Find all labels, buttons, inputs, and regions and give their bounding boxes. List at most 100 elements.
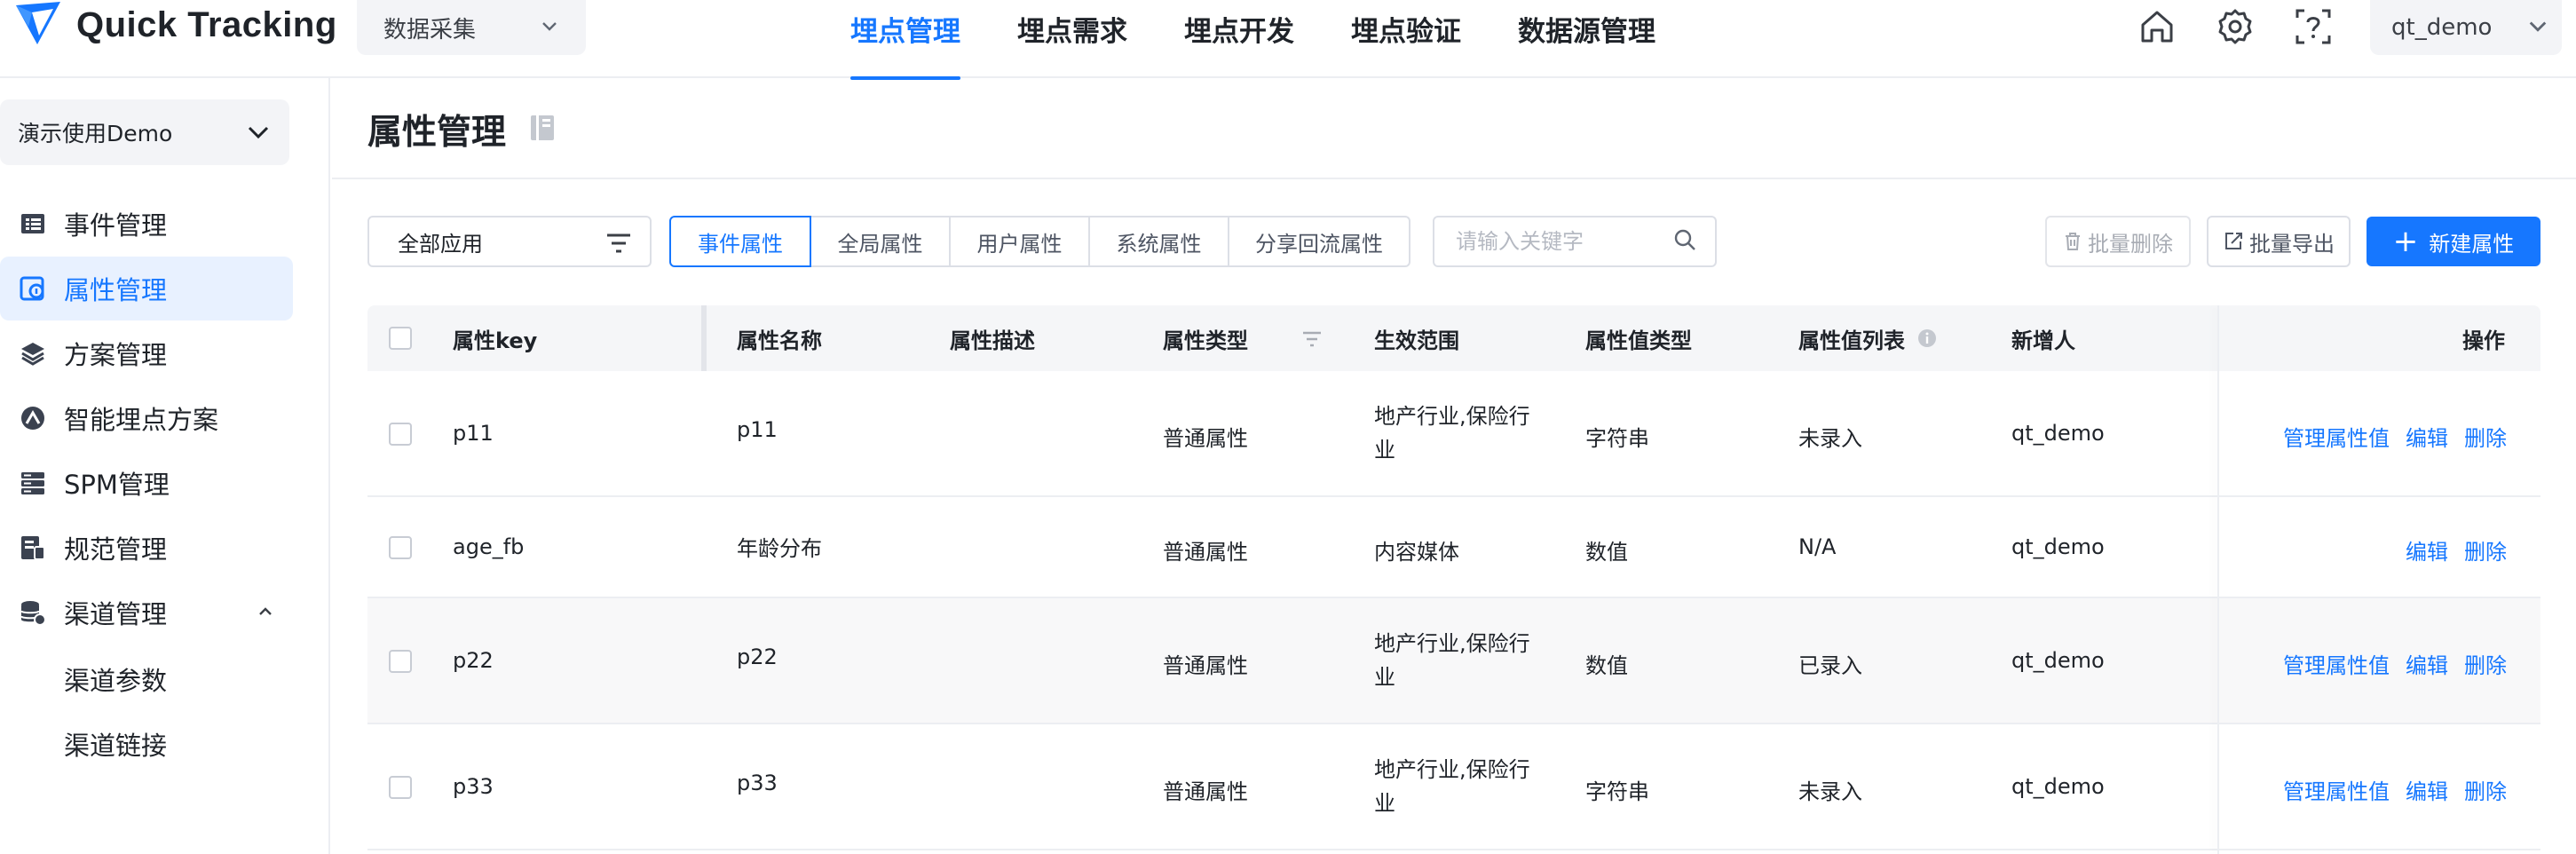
page-header: 属性管理 bbox=[332, 80, 2576, 179]
nav-tab-tracking-development[interactable]: 埋点开发 bbox=[1168, 0, 1310, 78]
fixed-column-divider bbox=[2217, 305, 2219, 854]
cell-value-type: 数值 bbox=[1585, 540, 1628, 565]
table-row: age_fb 年龄分布 普通属性 内容媒体 数值 N/A qt_demo 编辑 … bbox=[367, 497, 2540, 598]
manage-values-link[interactable]: 管理属性值 bbox=[2283, 774, 2390, 805]
delete-link[interactable]: 删除 bbox=[2464, 774, 2507, 805]
cell-value-list: 未录入 bbox=[1798, 426, 1862, 451]
tab-share-backflow-properties[interactable]: 分享回流属性 bbox=[1228, 216, 1410, 267]
top-bar: Quick Tracking 数据采集 埋点管理 埋点需求 埋点开发 埋点验证 … bbox=[0, 0, 2576, 80]
sidebar-item-label: 属性管理 bbox=[64, 275, 168, 305]
batch-delete-label: 批量删除 bbox=[2088, 231, 2173, 257]
create-property-button[interactable]: + 新建属性 bbox=[2367, 217, 2540, 266]
create-property-label: 新建属性 bbox=[2429, 231, 2515, 257]
help-button[interactable] bbox=[2292, 5, 2335, 48]
delete-link[interactable]: 删除 bbox=[2464, 648, 2507, 679]
server-icon bbox=[18, 468, 48, 498]
edit-link[interactable]: 编辑 bbox=[2406, 534, 2448, 565]
info-icon[interactable] bbox=[1917, 328, 1937, 348]
sidebar-item-spec-management[interactable]: 规范管理 bbox=[0, 516, 293, 580]
col-header-description: 属性描述 bbox=[950, 328, 1035, 353]
delete-link[interactable]: 删除 bbox=[2464, 534, 2507, 565]
sidebar-item-property-management[interactable]: 属性管理 bbox=[0, 257, 293, 320]
layers-icon bbox=[18, 338, 48, 368]
row-checkbox[interactable] bbox=[389, 776, 412, 799]
nav-tab-data-source[interactable]: 数据源管理 bbox=[1502, 0, 1671, 78]
sidebar-item-label: SPM管理 bbox=[64, 470, 170, 500]
home-button[interactable] bbox=[2136, 5, 2178, 48]
sidebar-subitem-channel-params[interactable]: 渠道参数 bbox=[0, 647, 293, 711]
user-menu[interactable]: qt_demo bbox=[2370, 0, 2562, 55]
row-actions: 管理属性值 编辑 删除 bbox=[2267, 421, 2507, 452]
cell-type: 普通属性 bbox=[1163, 540, 1248, 565]
project-select[interactable]: 演示使用Demo bbox=[0, 99, 289, 165]
row-checkbox[interactable] bbox=[389, 536, 412, 559]
select-all-checkbox[interactable] bbox=[389, 327, 412, 350]
project-select-value: 演示使用Demo bbox=[18, 121, 173, 146]
batch-delete-button[interactable]: 批量删除 bbox=[2045, 216, 2191, 267]
col-header-value-list-label: 属性值列表 bbox=[1798, 328, 1905, 353]
edit-link[interactable]: 编辑 bbox=[2406, 648, 2448, 679]
sidebar-item-smart-plan[interactable]: 智能埋点方案 bbox=[0, 386, 293, 450]
top-nav: 埋点管理 埋点需求 埋点开发 埋点验证 数据源管理 bbox=[834, 0, 1696, 80]
channel-icon bbox=[18, 597, 48, 628]
app-filter-select[interactable]: 全部应用 bbox=[367, 216, 652, 267]
cell-value-type: 字符串 bbox=[1585, 779, 1649, 804]
cell-creator: qt_demo bbox=[2011, 648, 2105, 673]
row-actions: 管理属性值 编辑 删除 bbox=[2267, 648, 2507, 679]
sidebar-item-event-management[interactable]: 事件管理 bbox=[0, 192, 293, 256]
table-row: p33 p33 普通属性 地产行业,保险行业 字符串 未录入 qt_demo 管… bbox=[367, 724, 2540, 850]
app-logo[interactable]: Quick Tracking bbox=[12, 0, 337, 50]
search-icon[interactable] bbox=[1672, 227, 1697, 252]
col-header-value-type: 属性值类型 bbox=[1585, 328, 1692, 353]
tab-user-properties[interactable]: 用户属性 bbox=[949, 216, 1090, 267]
col-header-type: 属性类型 bbox=[1163, 328, 1248, 353]
col-header-creator: 新增人 bbox=[2011, 328, 2075, 353]
app-filter-value: 全部应用 bbox=[398, 231, 483, 257]
cell-name: p33 bbox=[737, 771, 778, 795]
delete-link[interactable]: 删除 bbox=[2464, 421, 2507, 452]
cell-name: 年龄分布 bbox=[737, 536, 822, 561]
cell-key: age_fb bbox=[453, 534, 525, 559]
manage-values-link[interactable]: 管理属性值 bbox=[2283, 421, 2390, 452]
nav-tab-tracking-management[interactable]: 埋点管理 bbox=[834, 0, 976, 80]
manage-values-link[interactable]: 管理属性值 bbox=[2283, 648, 2390, 679]
export-icon bbox=[2225, 233, 2242, 249]
tab-event-properties[interactable]: 事件属性 bbox=[669, 216, 811, 267]
plus-icon: + bbox=[2392, 224, 2419, 259]
batch-export-button[interactable]: 批量导出 bbox=[2207, 216, 2351, 267]
settings-button[interactable] bbox=[2214, 5, 2256, 48]
sidebar-item-channel-management[interactable]: 渠道管理 bbox=[0, 581, 293, 644]
sidebar-item-plan-management[interactable]: 方案管理 bbox=[0, 321, 293, 385]
sidebar-item-label: 规范管理 bbox=[64, 534, 168, 565]
batch-export-label: 批量导出 bbox=[2249, 231, 2335, 257]
trash-icon bbox=[2066, 233, 2080, 250]
row-checkbox[interactable] bbox=[389, 650, 412, 673]
sidebar-item-spm-management[interactable]: SPM管理 bbox=[0, 451, 293, 515]
nav-tab-tracking-validation[interactable]: 埋点验证 bbox=[1335, 0, 1477, 78]
chevron-down-icon bbox=[2529, 21, 2547, 32]
edit-link[interactable]: 编辑 bbox=[2406, 774, 2448, 805]
cell-value-type: 字符串 bbox=[1585, 426, 1649, 451]
doc-book-icon[interactable] bbox=[529, 114, 556, 142]
sidebar-subitem-channel-links[interactable]: 渠道链接 bbox=[0, 712, 293, 776]
row-checkbox[interactable] bbox=[389, 423, 412, 446]
page-title: 属性管理 bbox=[367, 113, 507, 153]
sidebar-item-label: 事件管理 bbox=[64, 210, 168, 241]
tab-system-properties[interactable]: 系统属性 bbox=[1088, 216, 1229, 267]
column-filter-icon[interactable] bbox=[1301, 330, 1323, 348]
logo-icon bbox=[16, 2, 60, 44]
module-select-value: 数据采集 bbox=[383, 16, 477, 43]
filter-lines-icon bbox=[607, 233, 630, 253]
cell-key: p11 bbox=[453, 421, 494, 446]
module-select[interactable]: 数据采集 bbox=[357, 0, 586, 55]
chevron-up-icon bbox=[259, 607, 272, 615]
tab-global-properties[interactable]: 全局属性 bbox=[810, 216, 951, 267]
help-icon bbox=[2295, 9, 2331, 44]
nav-tab-tracking-requirements[interactable]: 埋点需求 bbox=[1001, 0, 1143, 78]
row-actions: 编辑 删除 bbox=[2390, 534, 2507, 565]
gear-icon bbox=[2218, 9, 2252, 44]
column-resize-handle[interactable] bbox=[701, 305, 707, 371]
edit-link[interactable]: 编辑 bbox=[2406, 421, 2448, 452]
cell-value-list: 未录入 bbox=[1798, 779, 1862, 804]
cell-creator: qt_demo bbox=[2011, 421, 2105, 446]
